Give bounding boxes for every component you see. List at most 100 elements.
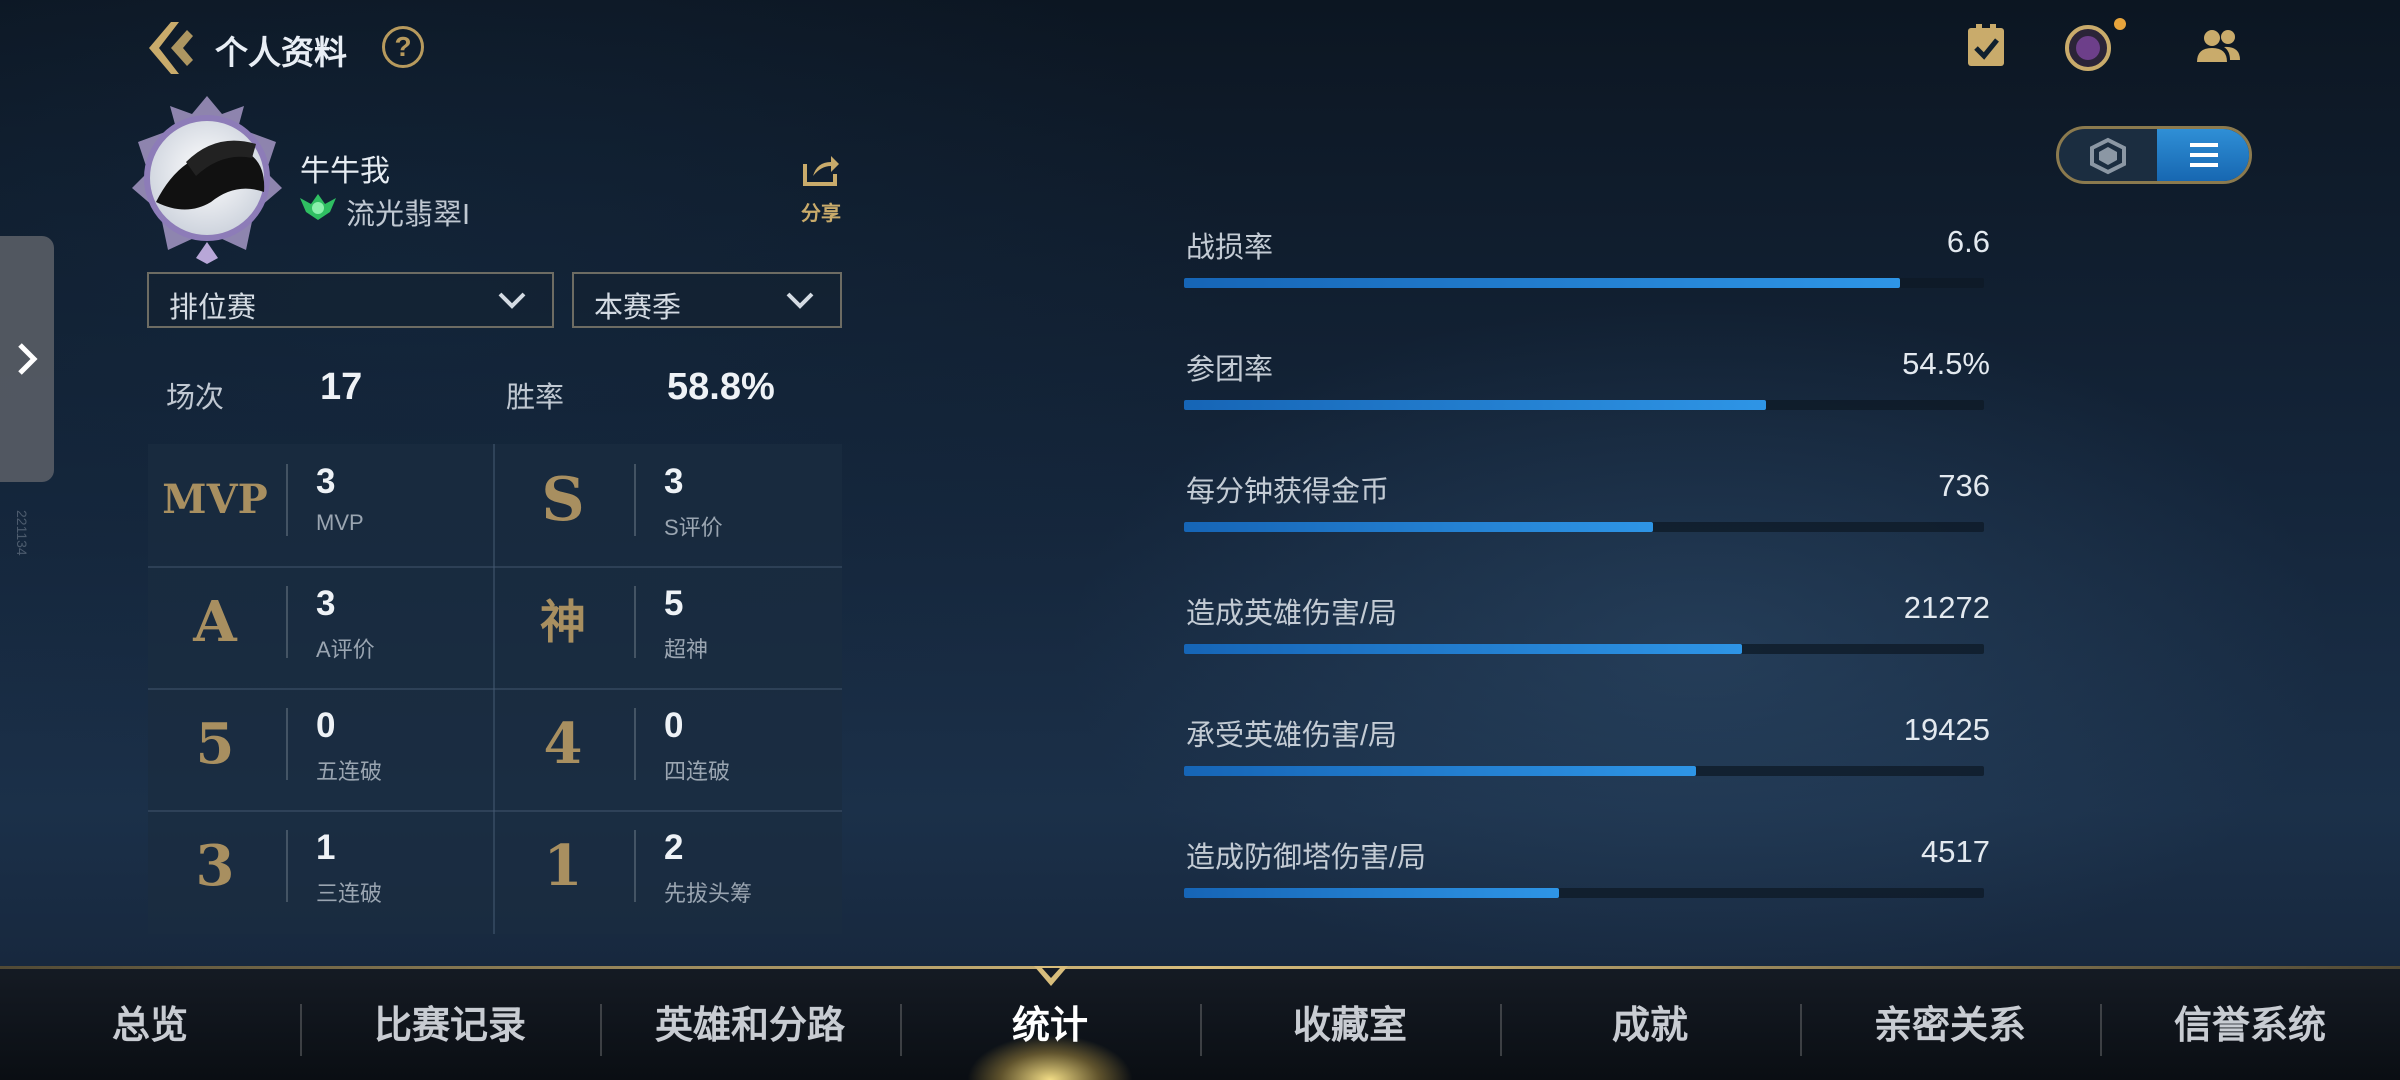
hexagon-icon	[2090, 137, 2126, 175]
metric-label: 造成防御塔伤害/局	[1186, 842, 1427, 874]
back-arrow-icon[interactable]	[145, 20, 197, 76]
rank-emerald-icon	[300, 194, 336, 220]
share-icon	[803, 156, 839, 186]
mvp-count: 3	[316, 462, 336, 501]
s-rating-label: S评价	[664, 515, 723, 540]
legendary-icon: 神	[540, 595, 586, 649]
first-blood-icon: 1	[543, 833, 583, 899]
rank-name: 流光翡翠I	[346, 199, 471, 231]
toggle-radar-view[interactable]	[2059, 129, 2157, 181]
chevron-down-icon	[786, 292, 814, 309]
friends-icon[interactable]	[2194, 22, 2242, 70]
a-rating-label: A评价	[316, 637, 375, 662]
metric-bar-fill	[1184, 644, 1743, 654]
metric-label: 承受英雄伤害/局	[1186, 720, 1398, 752]
metric-bar-track	[1184, 888, 1984, 898]
task-checklist-icon[interactable]	[1962, 22, 2010, 70]
metric-label: 战损率	[1186, 232, 1274, 264]
cell-separator	[286, 830, 288, 902]
triple-kill-label: 三连破	[316, 881, 383, 906]
cell-separator	[286, 464, 288, 536]
mode-dropdown-value: 排位赛	[169, 292, 257, 324]
nav-tab-intimacy[interactable]: 亲密关系	[1800, 994, 2100, 1049]
penta-kill-icon: 5	[195, 711, 235, 777]
season-dropdown[interactable]: 本赛季	[572, 272, 842, 328]
metric-bar-fill	[1184, 400, 1767, 410]
metric-label: 每分钟获得金币	[1186, 476, 1390, 508]
metric-bar-fill	[1184, 766, 1696, 776]
penta-kill-count: 0	[316, 706, 336, 745]
cell-separator	[634, 586, 636, 658]
nav-top-border	[0, 966, 2400, 969]
nickname: 牛牛我	[300, 155, 390, 188]
legendary-label: 超神	[664, 637, 709, 662]
matches-value: 17	[320, 366, 363, 408]
share-label: 分享	[801, 203, 841, 225]
metric-bar-track	[1184, 766, 1984, 776]
metric-bar-fill	[1184, 888, 1560, 898]
season-dropdown-value: 本赛季	[594, 292, 682, 324]
side-expand-tab[interactable]	[0, 236, 54, 482]
penta-kill-label: 五连破	[316, 759, 383, 784]
cell-separator	[634, 708, 636, 780]
metric-value: 21272	[1903, 590, 1990, 625]
metric-value: 19425	[1903, 712, 1990, 747]
metric-value: 6.6	[1946, 224, 1990, 259]
triple-kill-count: 1	[316, 828, 336, 867]
metric-bar-track	[1184, 278, 1984, 288]
view-toggle[interactable]	[2056, 126, 2252, 184]
nav-tab-achievements[interactable]: 成就	[1500, 994, 1800, 1049]
nav-tab-heroes-lanes[interactable]: 英雄和分路	[600, 994, 900, 1049]
cell-separator	[634, 464, 636, 536]
winrate-value: 58.8%	[667, 366, 775, 408]
mvp-label: MVP	[316, 510, 364, 535]
active-tab-caret-icon	[1034, 966, 1068, 986]
a-rating-icon: A	[193, 589, 237, 655]
chevron-right-icon	[18, 343, 38, 375]
grid-divider	[148, 566, 842, 568]
matches-label: 场次	[166, 382, 225, 414]
first-blood-count: 2	[664, 828, 684, 867]
mvp-badge-icon: MVP	[162, 476, 268, 523]
nav-tab-credit-system[interactable]: 信誉系统	[2100, 994, 2400, 1049]
cell-separator	[286, 708, 288, 780]
winrate-label: 胜率	[506, 382, 565, 414]
avatar-frame-icon[interactable]	[2064, 24, 2112, 72]
s-rating-icon: S	[541, 465, 585, 535]
page-title: 个人资料	[215, 34, 347, 71]
metric-label: 参团率	[1186, 354, 1274, 386]
metric-bar-track	[1184, 644, 1984, 654]
mode-dropdown[interactable]: 排位赛	[147, 272, 554, 328]
notification-dot	[2114, 18, 2126, 30]
metric-value: 54.5%	[1902, 346, 1990, 381]
toggle-list-view[interactable]	[2157, 129, 2249, 181]
quadra-kill-count: 0	[664, 706, 684, 745]
side-id-text: 221134	[14, 510, 30, 556]
nav-tab-match-history[interactable]: 比赛记录	[300, 994, 600, 1049]
quadra-kill-label: 四连破	[664, 759, 731, 784]
metric-value: 736	[1938, 468, 1990, 503]
grid-divider	[148, 810, 842, 812]
first-blood-label: 先拔头筹	[664, 881, 753, 906]
nav-tab-collection[interactable]: 收藏室	[1200, 994, 1500, 1049]
metric-bar-fill	[1184, 278, 1900, 288]
triple-kill-icon: 3	[195, 833, 235, 899]
cell-separator	[634, 830, 636, 902]
a-rating-count: 3	[316, 584, 336, 623]
metric-bar-track	[1184, 400, 1984, 410]
help-icon[interactable]: ?	[382, 26, 424, 68]
grid-divider	[148, 688, 842, 690]
quadra-kill-icon: 4	[543, 711, 583, 777]
avatar[interactable]	[126, 92, 288, 264]
share-button[interactable]: 分享	[798, 152, 844, 225]
chevron-down-icon	[498, 292, 526, 309]
nav-tab-statistics[interactable]: 统计	[900, 994, 1200, 1049]
s-rating-count: 3	[664, 462, 684, 501]
nav-tab-overview[interactable]: 总览	[0, 994, 300, 1049]
list-icon	[2190, 143, 2218, 167]
legendary-count: 5	[664, 584, 684, 623]
metric-label: 造成英雄伤害/局	[1186, 598, 1398, 630]
metric-value: 4517	[1921, 834, 1990, 869]
metric-bar-fill	[1184, 522, 1653, 532]
metric-bar-track	[1184, 522, 1984, 532]
